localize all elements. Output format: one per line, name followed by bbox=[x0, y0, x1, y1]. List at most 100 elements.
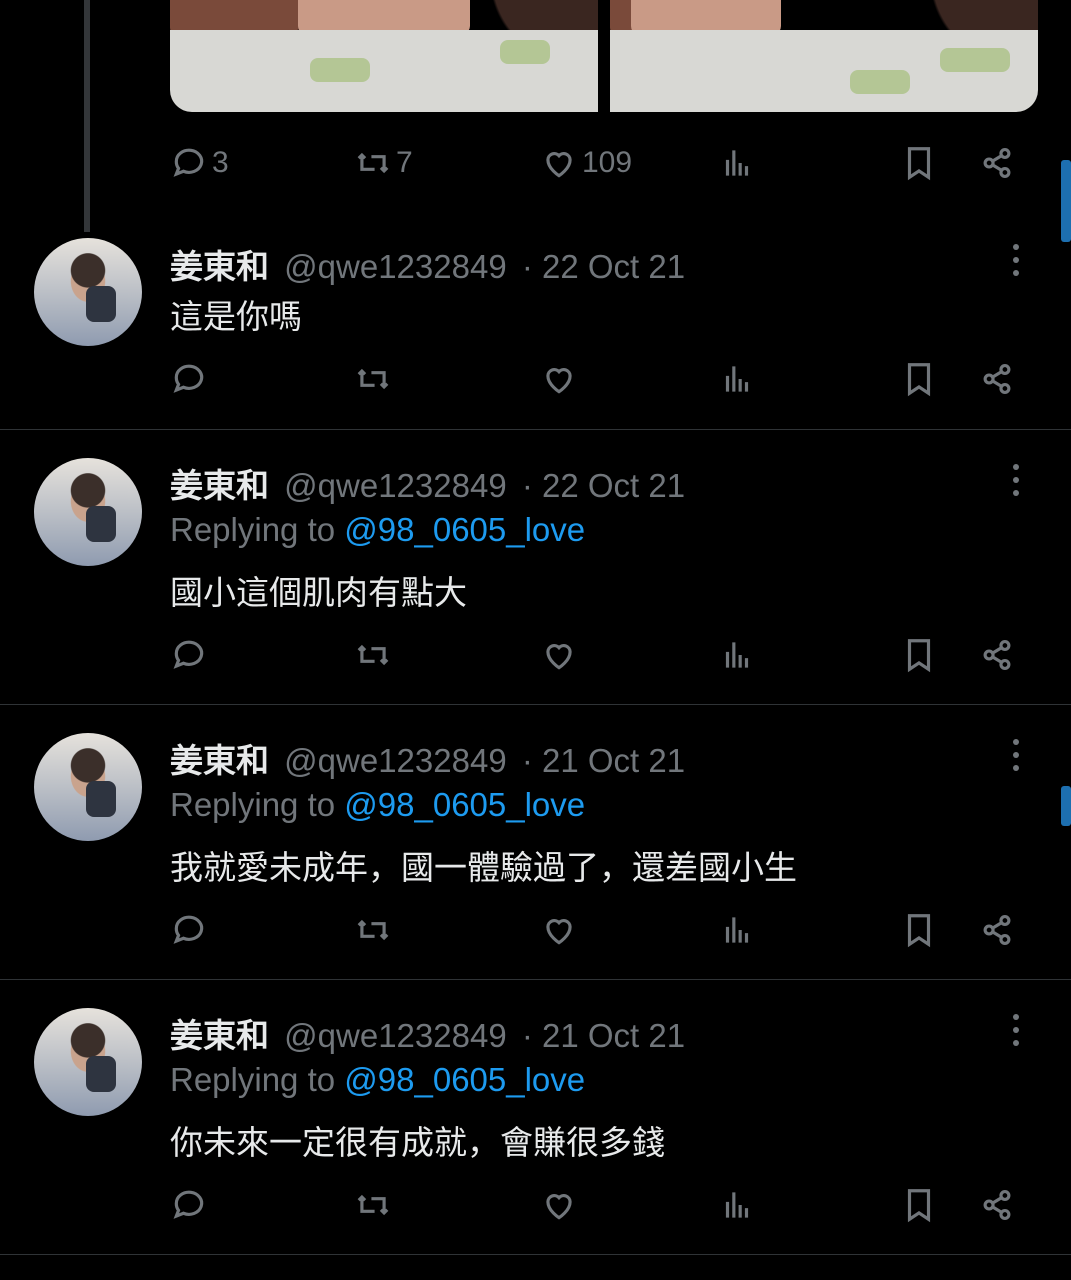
bookmark-button[interactable] bbox=[900, 905, 938, 955]
bookmark-button[interactable] bbox=[900, 354, 938, 404]
reply-button[interactable] bbox=[170, 354, 208, 404]
tweet-date[interactable]: · 21 Oct 21 bbox=[522, 742, 685, 779]
views-icon bbox=[725, 642, 749, 668]
tweet-header: 姜東和 @qwe1232849 · 22 Oct 21 bbox=[170, 459, 685, 507]
share-button[interactable] bbox=[978, 138, 1016, 188]
replying-handle-link[interactable]: @98_0605_love bbox=[344, 1061, 585, 1098]
display-name[interactable]: 姜東和 bbox=[170, 1017, 269, 1054]
views-icon bbox=[725, 150, 749, 176]
like-count: 109 bbox=[582, 146, 633, 179]
share-icon bbox=[983, 363, 1011, 395]
views-button[interactable] bbox=[718, 630, 756, 680]
tweet-date[interactable]: · 22 Oct 21 bbox=[522, 248, 685, 285]
views-button[interactable] bbox=[718, 1180, 756, 1230]
retweet-button[interactable] bbox=[354, 1180, 392, 1230]
replying-to: Replying to @98_0605_love bbox=[170, 511, 585, 549]
retweet-icon bbox=[357, 368, 389, 390]
tweet-header: 姜東和 @qwe1232849 · 21 Oct 21 bbox=[170, 1009, 685, 1057]
reply-button[interactable] bbox=[170, 1180, 208, 1230]
views-icon bbox=[725, 1192, 749, 1218]
reply-icon bbox=[173, 915, 204, 944]
reply-icon bbox=[173, 364, 204, 393]
reply-button[interactable] bbox=[170, 905, 208, 955]
display-name[interactable]: 姜東和 bbox=[170, 248, 269, 285]
more-icon[interactable] bbox=[1002, 735, 1030, 775]
tweet-date[interactable]: · 22 Oct 21 bbox=[522, 467, 685, 504]
bookmark-icon bbox=[907, 639, 931, 673]
tweet-action-bar bbox=[170, 630, 1030, 680]
retweet-button[interactable] bbox=[354, 905, 392, 955]
tweet-media-image-1[interactable] bbox=[170, 0, 598, 112]
tweet-media-image-2[interactable] bbox=[610, 0, 1038, 112]
replying-handle-link[interactable]: @98_0605_love bbox=[344, 511, 585, 548]
reply-icon bbox=[173, 148, 204, 177]
like-icon bbox=[546, 368, 572, 394]
more-icon[interactable] bbox=[1002, 460, 1030, 500]
user-handle[interactable]: @qwe1232849 bbox=[284, 248, 507, 285]
like-icon bbox=[546, 644, 572, 670]
reply-icon bbox=[173, 640, 204, 669]
like-button[interactable] bbox=[540, 354, 578, 404]
tweet-date[interactable]: · 21 Oct 21 bbox=[522, 1017, 685, 1054]
views-icon bbox=[725, 366, 749, 392]
avatar[interactable] bbox=[34, 733, 142, 841]
views-button[interactable] bbox=[718, 905, 756, 955]
divider bbox=[0, 979, 1071, 980]
avatar[interactable] bbox=[34, 238, 142, 346]
retweet-button[interactable]: 7 bbox=[354, 138, 413, 188]
display-name[interactable]: 姜東和 bbox=[170, 467, 269, 504]
share-icon bbox=[983, 1189, 1011, 1221]
tweet-action-bar bbox=[170, 354, 1030, 404]
reply-button[interactable] bbox=[170, 630, 208, 680]
replying-handle-link[interactable]: @98_0605_love bbox=[344, 786, 585, 823]
more-icon[interactable] bbox=[1002, 1010, 1030, 1050]
more-icon[interactable] bbox=[1002, 240, 1030, 280]
divider bbox=[0, 429, 1071, 430]
bookmark-button[interactable] bbox=[900, 630, 938, 680]
scroll-indicator[interactable] bbox=[1061, 786, 1071, 826]
scroll-indicator[interactable] bbox=[1061, 160, 1071, 242]
views-icon bbox=[725, 917, 749, 943]
retweet-button[interactable] bbox=[354, 354, 392, 404]
replying-to: Replying to @98_0605_love bbox=[170, 786, 585, 824]
share-button[interactable] bbox=[978, 630, 1016, 680]
like-button[interactable]: 109 bbox=[540, 138, 632, 188]
divider bbox=[0, 704, 1071, 705]
user-handle[interactable]: @qwe1232849 bbox=[284, 742, 507, 779]
views-button[interactable] bbox=[718, 138, 756, 188]
replying-to: Replying to @98_0605_love bbox=[170, 1061, 585, 1099]
like-button[interactable] bbox=[540, 1180, 578, 1230]
user-handle[interactable]: @qwe1232849 bbox=[284, 467, 507, 504]
views-button[interactable] bbox=[718, 354, 756, 404]
replying-label: Replying to bbox=[170, 1061, 336, 1098]
retweet-button[interactable] bbox=[354, 630, 392, 680]
like-button[interactable] bbox=[540, 630, 578, 680]
like-icon bbox=[546, 152, 572, 178]
like-button[interactable] bbox=[540, 905, 578, 955]
bookmark-button[interactable] bbox=[900, 138, 938, 188]
reply-button[interactable]: 3 bbox=[170, 138, 229, 188]
tweet-text: 你未來一定很有成就，會賺很多錢 bbox=[170, 1124, 665, 1161]
bookmark-icon bbox=[907, 1189, 931, 1223]
share-icon bbox=[983, 639, 1011, 671]
tweet-text: 我就愛未成年，國一體驗過了，還差國小生 bbox=[170, 849, 797, 886]
bookmark-icon bbox=[907, 363, 931, 397]
share-button[interactable] bbox=[978, 354, 1016, 404]
share-button[interactable] bbox=[978, 905, 1016, 955]
avatar[interactable] bbox=[34, 458, 142, 566]
tweet-header: 姜東和 @qwe1232849 · 21 Oct 21 bbox=[170, 734, 685, 782]
display-name[interactable]: 姜東和 bbox=[170, 742, 269, 779]
tweet-action-bar bbox=[170, 905, 1030, 955]
retweet-icon bbox=[357, 152, 389, 174]
replying-label: Replying to bbox=[170, 511, 336, 548]
avatar[interactable] bbox=[34, 1008, 142, 1116]
reply-icon bbox=[173, 1190, 204, 1219]
retweet-icon bbox=[357, 1194, 389, 1216]
bookmark-button[interactable] bbox=[900, 1180, 938, 1230]
retweet-icon bbox=[357, 919, 389, 941]
share-button[interactable] bbox=[978, 1180, 1016, 1230]
tweet-header: 姜東和 @qwe1232849 · 22 Oct 21 bbox=[170, 240, 685, 288]
user-handle[interactable]: @qwe1232849 bbox=[284, 1017, 507, 1054]
tweet-action-bar: 3 7 109 bbox=[170, 138, 1030, 188]
share-icon bbox=[983, 147, 1011, 179]
